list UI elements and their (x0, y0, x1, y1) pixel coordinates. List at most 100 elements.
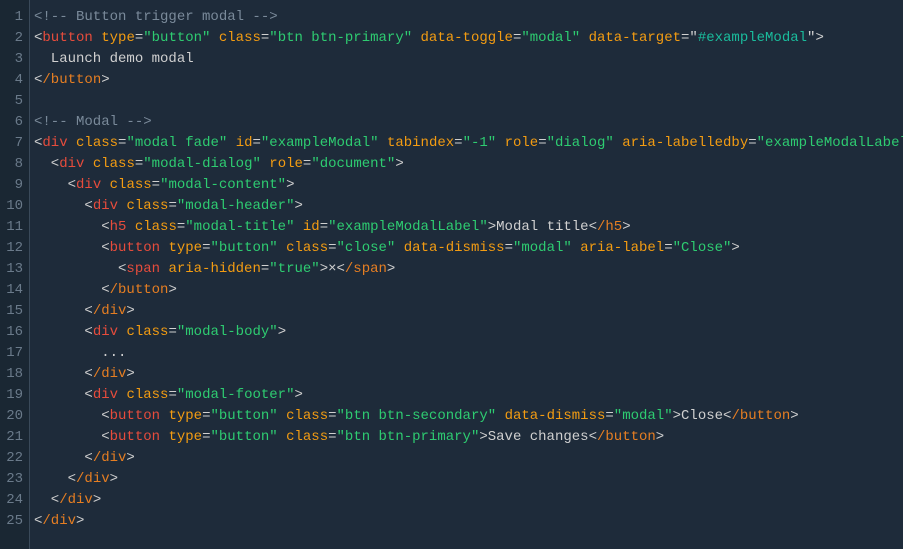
code-token: "btn btn-primary" (337, 429, 480, 445)
line-number: 14 (6, 280, 23, 301)
code-line[interactable]: </div> (34, 364, 903, 385)
code-line[interactable]: </div> (34, 490, 903, 511)
code-editor-area[interactable]: <!-- Button trigger modal --><button typ… (30, 0, 903, 549)
code-token: type (168, 429, 202, 445)
code-token: /div (42, 513, 76, 529)
code-line[interactable]: <div class="modal-dialog" role="document… (34, 154, 903, 175)
code-token: type (168, 240, 202, 256)
code-token (93, 30, 101, 46)
code-token: class (76, 135, 118, 151)
code-token (126, 219, 134, 235)
code-token: > (93, 492, 101, 508)
code-line[interactable]: <div class="modal-content"> (34, 175, 903, 196)
code-token: = (253, 135, 261, 151)
code-token: < (34, 408, 110, 424)
line-number: 17 (6, 343, 23, 364)
code-token: Launch demo modal (34, 51, 194, 67)
code-token: class (126, 198, 168, 214)
code-token (227, 135, 235, 151)
code-line[interactable]: </div> (34, 469, 903, 490)
code-line[interactable]: </div> (34, 301, 903, 322)
code-line[interactable]: <span aria-hidden="true">×</span> (34, 259, 903, 280)
code-token: data-target (589, 30, 681, 46)
code-token: > (278, 324, 286, 340)
code-line[interactable]: <div class="modal fade" id="exampleModal… (34, 133, 903, 154)
line-number: 9 (6, 175, 23, 196)
code-line[interactable]: <div class="modal-header"> (34, 196, 903, 217)
code-token: > (387, 261, 395, 277)
code-line[interactable]: </button> (34, 70, 903, 91)
code-token: > (126, 450, 134, 466)
code-token: < (589, 429, 597, 445)
code-line[interactable]: ... (34, 343, 903, 364)
code-token: = (328, 240, 336, 256)
code-token: class (126, 387, 168, 403)
code-line[interactable]: Launch demo modal (34, 49, 903, 70)
line-number: 11 (6, 217, 23, 238)
code-line[interactable]: </div> (34, 511, 903, 532)
code-token: > (101, 72, 109, 88)
code-line[interactable]: </div> (34, 448, 903, 469)
code-token: > (126, 303, 134, 319)
code-token: /button (110, 282, 169, 298)
code-token: "exampleModal" (261, 135, 379, 151)
code-token: role (505, 135, 539, 151)
code-token: aria-label (580, 240, 664, 256)
line-number: 20 (6, 406, 23, 427)
code-token: div (76, 177, 101, 193)
code-token: /div (93, 450, 127, 466)
code-token: > (488, 219, 496, 235)
code-token: type (101, 30, 135, 46)
code-token: button (110, 429, 160, 445)
code-token: > (286, 177, 294, 193)
code-token: h5 (110, 219, 127, 235)
code-token: "modal-content" (160, 177, 286, 193)
code-line[interactable]: <!-- Button trigger modal --> (34, 7, 903, 28)
code-token: data-dismiss (505, 408, 606, 424)
line-number: 5 (6, 91, 23, 112)
code-token: /span (345, 261, 387, 277)
code-line[interactable]: <div class="modal-body"> (34, 322, 903, 343)
code-line[interactable]: </button> (34, 280, 903, 301)
code-token: > (76, 513, 84, 529)
code-token (614, 135, 622, 151)
code-token: "button" (143, 30, 210, 46)
code-token: "modal" (513, 240, 572, 256)
line-number: 4 (6, 70, 23, 91)
code-token: div (93, 387, 118, 403)
code-line[interactable]: <div class="modal-footer"> (34, 385, 903, 406)
line-number: 21 (6, 427, 23, 448)
code-token: = (135, 156, 143, 172)
code-line[interactable]: <button type="button" class="btn btn-pri… (34, 28, 903, 49)
code-token: "Close" (673, 240, 732, 256)
code-token: = (168, 387, 176, 403)
code-token: > (673, 408, 681, 424)
code-token: = (454, 135, 462, 151)
code-token: "modal-dialog" (143, 156, 261, 172)
code-line[interactable]: <button type="button" class="close" data… (34, 238, 903, 259)
code-token (412, 30, 420, 46)
code-token: div (42, 135, 67, 151)
code-line[interactable] (34, 91, 903, 112)
code-token: = (320, 219, 328, 235)
code-token: < (34, 261, 126, 277)
code-token: class (286, 240, 328, 256)
code-token: <!-- Button trigger modal --> (34, 9, 278, 25)
code-line[interactable]: <button type="button" class="btn btn-pri… (34, 427, 903, 448)
code-line[interactable]: <!-- Modal --> (34, 112, 903, 133)
code-token: "dialog" (547, 135, 614, 151)
code-token: class (286, 429, 328, 445)
code-token: aria-labelledby (622, 135, 748, 151)
code-line[interactable]: <button type="button" class="btn btn-sec… (34, 406, 903, 427)
code-line[interactable]: <h5 class="modal-title" id="exampleModal… (34, 217, 903, 238)
code-token: < (34, 450, 93, 466)
code-token: "-1" (463, 135, 497, 151)
code-token: button (110, 240, 160, 256)
code-token: = (168, 198, 176, 214)
code-token: < (34, 387, 93, 403)
code-token: ... (34, 345, 126, 361)
code-token: > (656, 429, 664, 445)
code-token: > (126, 366, 134, 382)
code-token: = (328, 429, 336, 445)
code-token: = (135, 30, 143, 46)
